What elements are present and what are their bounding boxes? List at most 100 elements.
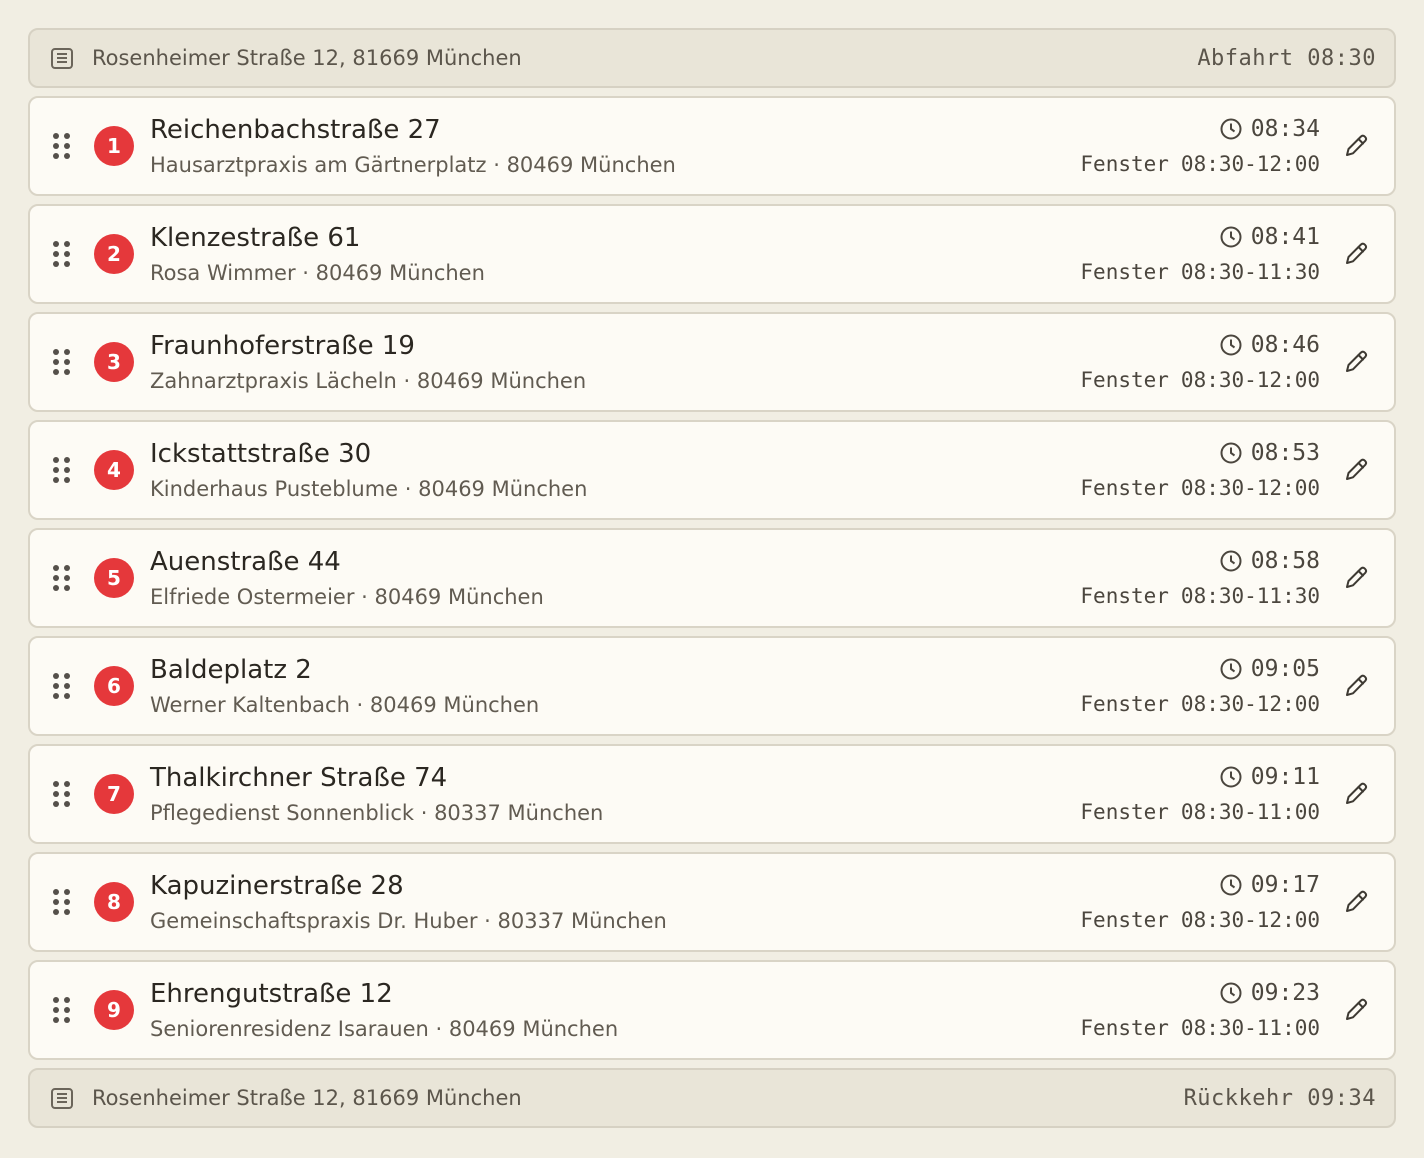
eta-time: 09:23 <box>1250 980 1320 1006</box>
stop-text: Baldeplatz 2 Werner Kaltenbach · 80469 M… <box>150 653 1080 719</box>
stop-subtitle: Zahnarztpraxis Lächeln · 80469 München <box>150 369 587 393</box>
clock-icon <box>1219 333 1243 357</box>
stop-subtitle: Seniorenresidenz Isarauen · 80469 Münche… <box>150 1017 619 1041</box>
stop-times: 09:11 Fenster 08:30-11:00 <box>1080 761 1320 827</box>
stop-card-8[interactable]: 8 Kapuzinerstraße 28 Gemeinschaftspraxis… <box>28 852 1396 952</box>
clock-icon <box>1219 549 1243 573</box>
clock-icon <box>1219 765 1243 789</box>
drag-handle-icon[interactable] <box>53 133 70 159</box>
stop-times: 09:17 Fenster 08:30-12:00 <box>1080 869 1320 935</box>
eta: 09:23 <box>1219 977 1320 1009</box>
eta-time: 09:05 <box>1250 656 1320 682</box>
time-window-value: 08:30-11:00 <box>1180 800 1320 824</box>
time-window: Fenster 08:30-11:30 <box>1080 581 1320 611</box>
edit-stop-button[interactable] <box>1336 774 1376 814</box>
edit-stop-button[interactable] <box>1336 126 1376 166</box>
stop-card-4[interactable]: 4 Ickstattstraße 30 Kinderhaus Pusteblum… <box>28 420 1396 520</box>
stop-street: Kapuzinerstraße 28 <box>150 871 404 901</box>
edit-stop-button[interactable] <box>1336 558 1376 598</box>
drag-handle-icon[interactable] <box>53 565 70 591</box>
time-window: Fenster 08:30-12:00 <box>1080 689 1320 719</box>
time-window-value: 08:30-12:00 <box>1180 908 1320 932</box>
stops-container: 1 Reichenbachstraße 27 Hausarztpraxis am… <box>28 96 1396 1060</box>
drag-handle-icon[interactable] <box>53 457 70 483</box>
pencil-icon <box>1346 134 1368 156</box>
drag-handle-icon[interactable] <box>53 673 70 699</box>
time-window-label: Fenster <box>1080 800 1169 824</box>
time-window-label: Fenster <box>1080 368 1169 392</box>
departure-time: Abfahrt 08:30 <box>1197 45 1376 71</box>
drag-handle-icon[interactable] <box>53 349 70 375</box>
clock-icon <box>1219 441 1243 465</box>
end-depot-row: Rosenheimer Straße 12, 81669 München Rüc… <box>28 1068 1396 1128</box>
building-icon <box>48 44 76 72</box>
clock-icon <box>1219 657 1243 681</box>
time-window: Fenster 08:30-12:00 <box>1080 365 1320 395</box>
time-window-label: Fenster <box>1080 584 1169 608</box>
eta: 09:05 <box>1219 653 1320 685</box>
stop-subtitle: Hausarztpraxis am Gärtnerplatz · 80469 M… <box>150 153 676 177</box>
time-window: Fenster 08:30-11:00 <box>1080 1013 1320 1043</box>
stop-card-7[interactable]: 7 Thalkirchner Straße 74 Pflegedienst So… <box>28 744 1396 844</box>
clock-icon <box>1219 225 1243 249</box>
stop-street: Reichenbachstraße 27 <box>150 115 441 145</box>
stop-number-badge: 3 <box>94 342 134 382</box>
time-window: Fenster 08:30-11:30 <box>1080 257 1320 287</box>
time-window-value: 08:30-12:00 <box>1180 476 1320 500</box>
eta: 09:11 <box>1219 761 1320 793</box>
pencil-icon <box>1346 890 1368 912</box>
stop-subtitle: Pflegedienst Sonnenblick · 80337 München <box>150 801 604 825</box>
time-window-value: 08:30-12:00 <box>1180 368 1320 392</box>
stop-number-badge: 4 <box>94 450 134 490</box>
time-window-value: 08:30-11:30 <box>1180 584 1320 608</box>
stop-times: 09:23 Fenster 08:30-11:00 <box>1080 977 1320 1043</box>
drag-handle-icon[interactable] <box>53 997 70 1023</box>
edit-stop-button[interactable] <box>1336 990 1376 1030</box>
stop-card-6[interactable]: 6 Baldeplatz 2 Werner Kaltenbach · 80469… <box>28 636 1396 736</box>
stop-subtitle: Gemeinschaftspraxis Dr. Huber · 80337 Mü… <box>150 909 667 933</box>
stop-card-9[interactable]: 9 Ehrengutstraße 12 Seniorenresidenz Isa… <box>28 960 1396 1060</box>
time-window: Fenster 08:30-12:00 <box>1080 473 1320 503</box>
time-window-value: 08:30-12:00 <box>1180 152 1320 176</box>
eta: 08:41 <box>1219 221 1320 253</box>
stop-subtitle: Elfriede Ostermeier · 80469 München <box>150 585 544 609</box>
eta-time: 08:34 <box>1250 116 1320 142</box>
time-window: Fenster 08:30-12:00 <box>1080 149 1320 179</box>
stop-card-1[interactable]: 1 Reichenbachstraße 27 Hausarztpraxis am… <box>28 96 1396 196</box>
edit-stop-button[interactable] <box>1336 450 1376 490</box>
edit-stop-button[interactable] <box>1336 882 1376 922</box>
clock-icon <box>1219 117 1243 141</box>
eta: 08:53 <box>1219 437 1320 469</box>
stop-number-badge: 5 <box>94 558 134 598</box>
stop-street: Baldeplatz 2 <box>150 655 312 685</box>
drag-handle-icon[interactable] <box>53 781 70 807</box>
stop-street: Thalkirchner Straße 74 <box>150 763 448 793</box>
stop-text: Klenzestraße 61 Rosa Wimmer · 80469 Münc… <box>150 221 1080 287</box>
stop-subtitle: Werner Kaltenbach · 80469 München <box>150 693 540 717</box>
stop-number-badge: 1 <box>94 126 134 166</box>
stop-number-badge: 7 <box>94 774 134 814</box>
stop-card-5[interactable]: 5 Auenstraße 44 Elfriede Ostermeier · 80… <box>28 528 1396 628</box>
time-window-value: 08:30-12:00 <box>1180 692 1320 716</box>
eta-time: 09:11 <box>1250 764 1320 790</box>
stop-number-badge: 9 <box>94 990 134 1030</box>
time-window-label: Fenster <box>1080 476 1169 500</box>
stop-number-badge: 2 <box>94 234 134 274</box>
clock-icon <box>1219 981 1243 1005</box>
drag-handle-icon[interactable] <box>53 889 70 915</box>
return-time: Rückkehr 09:34 <box>1183 1085 1376 1111</box>
pencil-icon <box>1346 350 1368 372</box>
pencil-icon <box>1346 998 1368 1020</box>
edit-stop-button[interactable] <box>1336 342 1376 382</box>
edit-stop-button[interactable] <box>1336 234 1376 274</box>
stop-card-2[interactable]: 2 Klenzestraße 61 Rosa Wimmer · 80469 Mü… <box>28 204 1396 304</box>
eta: 08:58 <box>1219 545 1320 577</box>
stop-card-3[interactable]: 3 Fraunhoferstraße 19 Zahnarztpraxis Läc… <box>28 312 1396 412</box>
eta-time: 08:41 <box>1250 224 1320 250</box>
stop-times: 08:53 Fenster 08:30-12:00 <box>1080 437 1320 503</box>
stop-text: Ickstattstraße 30 Kinderhaus Pusteblume … <box>150 437 1080 503</box>
building-icon <box>48 1084 76 1112</box>
drag-handle-icon[interactable] <box>53 241 70 267</box>
time-window-label: Fenster <box>1080 1016 1169 1040</box>
edit-stop-button[interactable] <box>1336 666 1376 706</box>
